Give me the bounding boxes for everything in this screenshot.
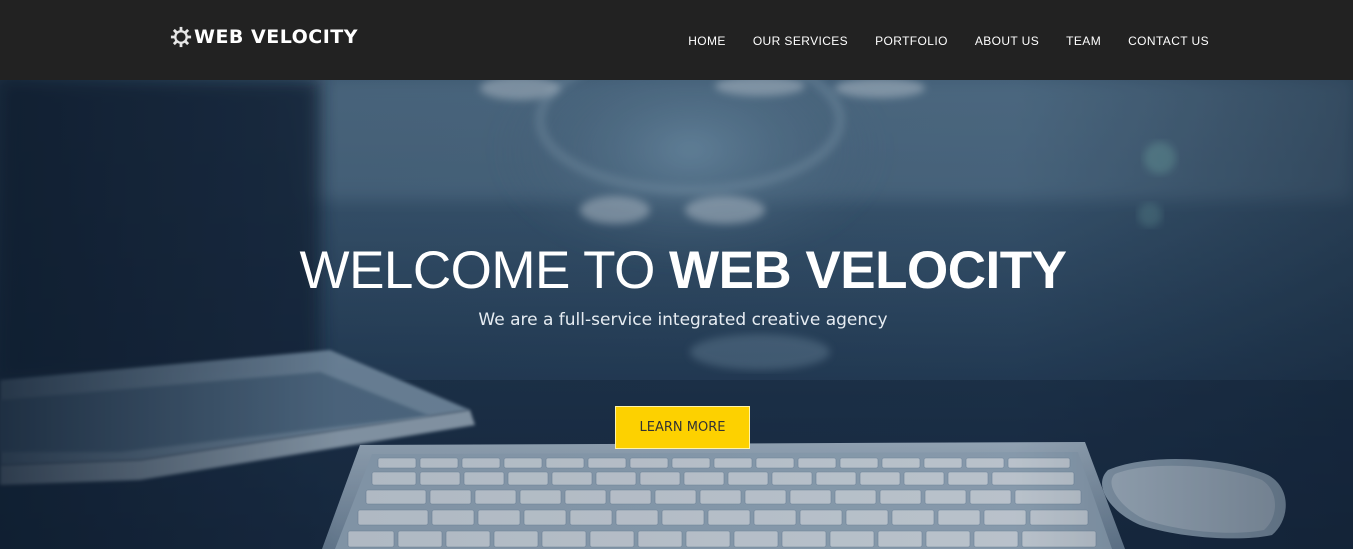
- nav-item-home: HOME: [688, 32, 726, 50]
- nav-link-home[interactable]: HOME: [688, 34, 726, 48]
- nav-item-portfolio: PORTFOLIO: [875, 32, 948, 50]
- hero-title-bold: WEB VELOCITY: [669, 241, 1067, 300]
- nav-item-services: OUR SERVICES: [753, 32, 848, 50]
- hero-subtitle: We are a full-service integrated creativ…: [478, 310, 888, 330]
- nav-link-contact-us[interactable]: CONTACT US: [1128, 34, 1209, 48]
- nav-link-team[interactable]: TEAM: [1066, 34, 1101, 48]
- nav-item-about: ABOUT US: [975, 32, 1039, 50]
- nav-link-about-us[interactable]: ABOUT US: [975, 34, 1039, 48]
- main-nav: HOME OUR SERVICES PORTFOLIO ABOUT US TEA…: [661, 32, 1209, 50]
- nav-link-portfolio[interactable]: PORTFOLIO: [875, 34, 948, 48]
- brand-name: WEB VELOCITY: [194, 26, 359, 48]
- hero-title-light: WELCOME TO: [299, 241, 656, 300]
- nav-link-our-services[interactable]: OUR SERVICES: [753, 34, 848, 48]
- hero-title: WELCOME TO WEB VELOCITY: [0, 240, 1353, 301]
- hero-section: WELCOME TO WEB VELOCITY We are a full-se…: [0, 80, 1353, 549]
- nav-item-team: TEAM: [1066, 32, 1101, 50]
- gear-icon: [170, 26, 192, 48]
- navbar: WEB VELOCITY HOME OUR SERVICES PORTFOLIO…: [0, 0, 1353, 80]
- brand-logo[interactable]: WEB VELOCITY: [170, 26, 358, 48]
- learn-more-button[interactable]: LEARN MORE: [615, 406, 750, 449]
- nav-item-contact: CONTACT US: [1128, 32, 1209, 50]
